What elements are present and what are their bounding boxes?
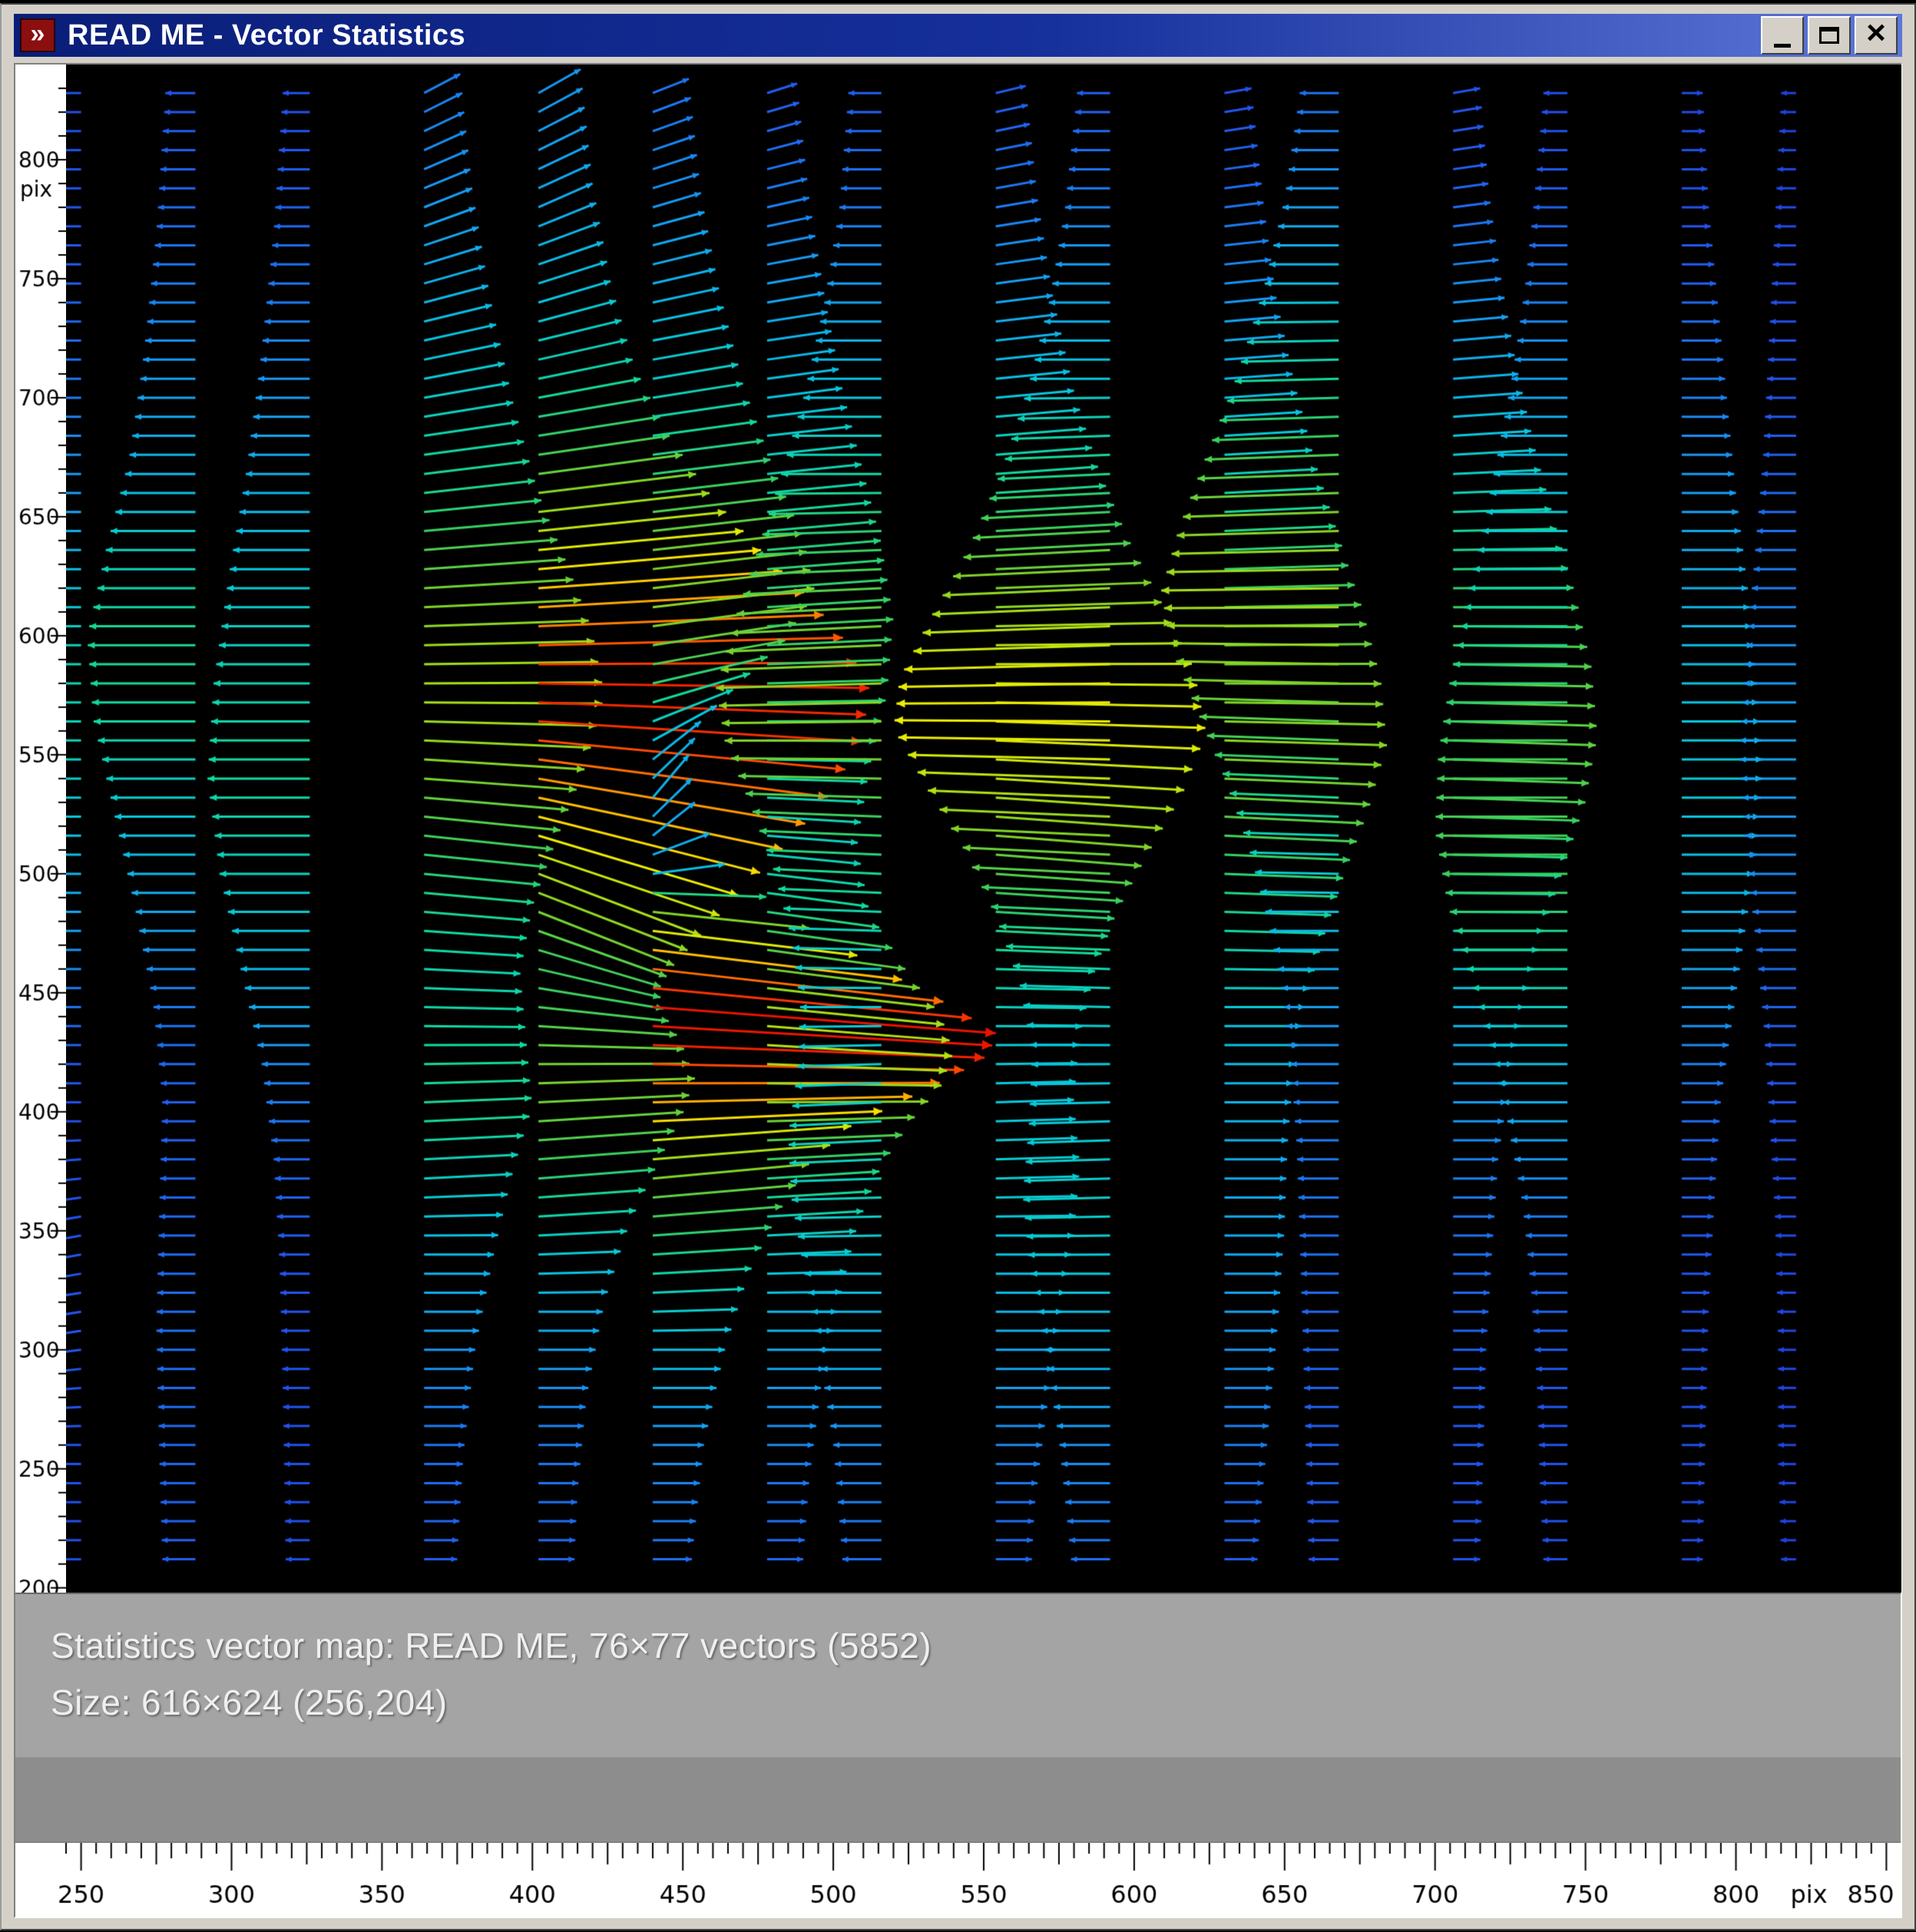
close-icon: × (1866, 14, 1886, 51)
vertical-ruler (15, 65, 66, 1593)
vector-plot[interactable] (66, 65, 1901, 1593)
status-line-2: Size: 616×624 (256,204) (51, 1682, 448, 1722)
minimize-button[interactable] (1761, 16, 1804, 55)
title-bar[interactable]: » READ ME - Vector Statistics × (14, 14, 1902, 57)
maximize-button[interactable] (1808, 16, 1851, 55)
status-panel: Statistics vector map: READ ME, 76×77 ve… (15, 1593, 1901, 1841)
maximize-icon (1819, 27, 1839, 44)
window-title: READ ME - Vector Statistics (68, 18, 466, 51)
horizontal-ruler (15, 1843, 1901, 1917)
bottom-ruler-strip (15, 1841, 1901, 1917)
vector-map-app-icon: » (20, 18, 55, 52)
close-button[interactable]: × (1855, 16, 1898, 55)
status-line-1: Statistics vector map: READ ME, 76×77 ve… (51, 1626, 932, 1666)
plot-row (15, 65, 1901, 1593)
client-area: Statistics vector map: READ ME, 76×77 ve… (14, 63, 1902, 1918)
minimize-icon (1774, 43, 1791, 48)
app-window: » READ ME - Vector Statistics × Statisti… (0, 3, 1916, 1930)
